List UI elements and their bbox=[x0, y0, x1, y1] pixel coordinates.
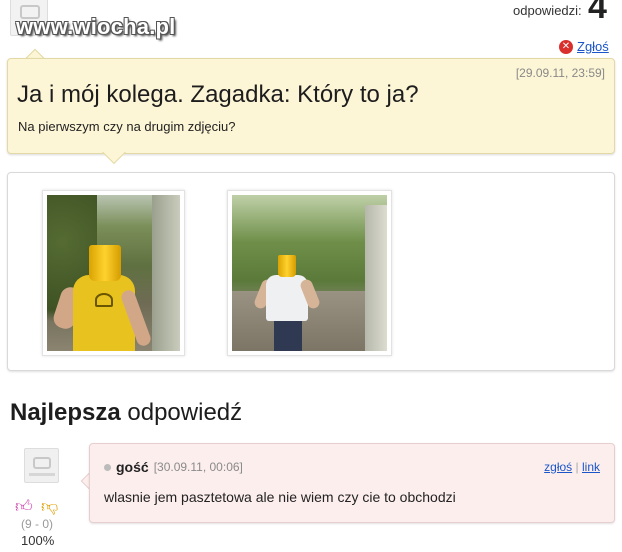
image-panel bbox=[7, 172, 615, 371]
thumbs-down-icon[interactable]: 👎︎ bbox=[41, 496, 58, 517]
answer-actions: zgłoś | link bbox=[544, 460, 600, 474]
vote-percent: 100% bbox=[21, 533, 55, 548]
answerer-avatar[interactable] bbox=[24, 448, 59, 483]
photo-thumbnail-2[interactable] bbox=[227, 190, 392, 356]
answer-date: [30.09.11, 00:06] bbox=[153, 460, 243, 474]
close-circle-icon: ✕ bbox=[559, 39, 573, 54]
answer-author: gość bbox=[116, 459, 149, 475]
question-box: [29.09.11, 23:59] Ja i mój kolega. Zagad… bbox=[7, 58, 615, 154]
question-date: [29.09.11, 23:59] bbox=[515, 66, 605, 80]
actions-separator: | bbox=[575, 460, 579, 474]
best-answer-heading-bold: Najlepsza bbox=[10, 399, 121, 426]
photo-2 bbox=[232, 195, 387, 351]
question-title: Ja i mój kolega. Zagadka: Który to ja? bbox=[17, 81, 419, 108]
best-answer-heading: Najlepsza odpowiedź bbox=[10, 399, 242, 427]
avatar-placeholder-icon bbox=[33, 457, 51, 469]
watermark: www.wiocha.pl bbox=[16, 14, 176, 39]
answers-count: 4 bbox=[588, 0, 607, 26]
answer-permalink[interactable]: link bbox=[582, 460, 600, 474]
status-dot-icon bbox=[104, 463, 111, 471]
thumbs-up-icon[interactable]: 👍︎ bbox=[15, 496, 33, 517]
answer-text: wlasnie jem pasztetowa ale nie wiem czy … bbox=[104, 489, 456, 505]
photo-1 bbox=[47, 195, 180, 351]
answer-meta: gość [30.09.11, 00:06] bbox=[104, 459, 243, 475]
answer-box: gość [30.09.11, 00:06] zgłoś | link wlas… bbox=[89, 443, 615, 523]
vote-score: (9 - 0) bbox=[21, 517, 54, 531]
best-answer-heading-rest: odpowiedź bbox=[127, 399, 243, 426]
report-answer-link[interactable]: zgłoś bbox=[544, 460, 572, 474]
report-question-button[interactable]: ✕ Zgłoś bbox=[559, 39, 609, 54]
photo-thumbnail-1[interactable] bbox=[42, 190, 185, 356]
report-question-link[interactable]: Zgłoś bbox=[577, 39, 609, 54]
question-subtitle: Na pierwszym czy na drugim zdjęciu? bbox=[18, 119, 236, 134]
answers-count-label: odpowiedzi: bbox=[513, 3, 582, 18]
